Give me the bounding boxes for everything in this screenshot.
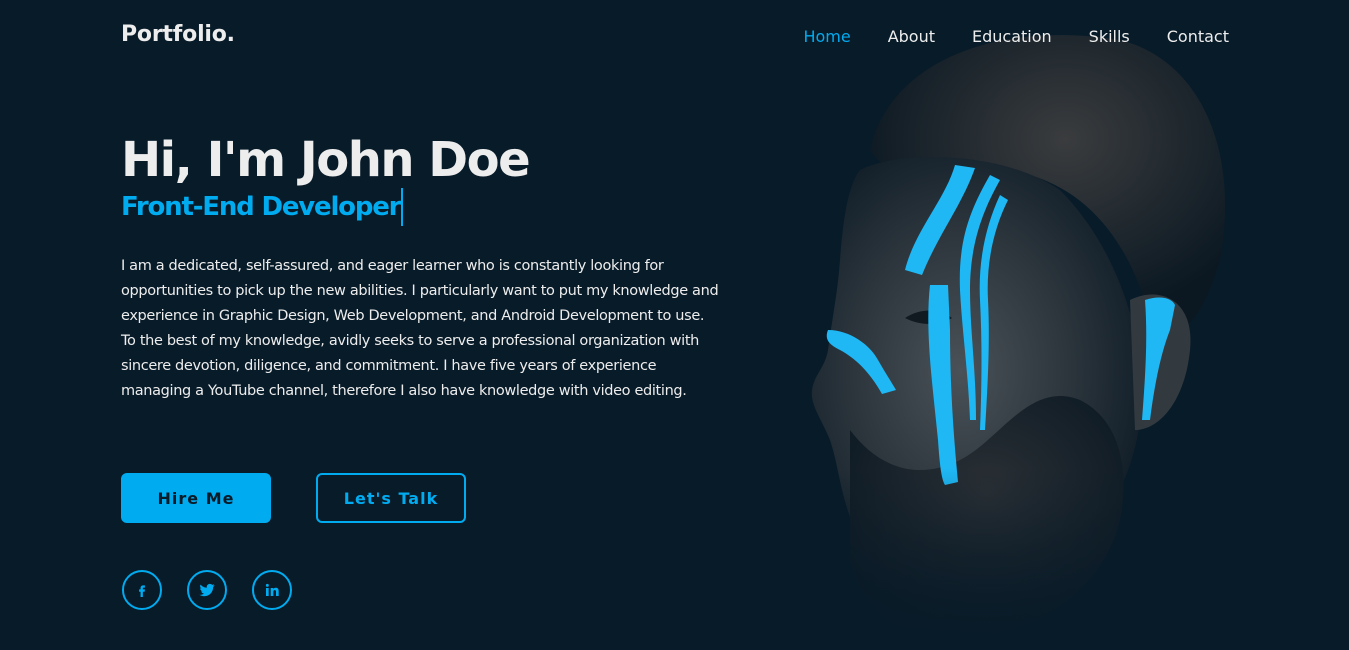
- site-logo[interactable]: Portfolio.: [121, 22, 235, 47]
- button-group: Hire Me Let's Talk: [121, 473, 466, 523]
- linkedin-link[interactable]: [252, 570, 292, 610]
- facebook-icon: [139, 585, 145, 597]
- hire-me-button[interactable]: Hire Me: [121, 473, 271, 523]
- site-header: Portfolio. Home About Education Skills C…: [0, 0, 1349, 76]
- twitter-link[interactable]: [187, 570, 227, 610]
- home-subtitle-typing: Front-End Developer: [121, 188, 404, 226]
- nav-link-about[interactable]: About: [888, 27, 935, 46]
- nav-link-skills[interactable]: Skills: [1089, 27, 1130, 46]
- lets-talk-button[interactable]: Let's Talk: [316, 473, 466, 523]
- facebook-link[interactable]: [122, 570, 162, 610]
- nav-link-education[interactable]: Education: [972, 27, 1052, 46]
- home-title: Hi, I'm John Doe: [121, 132, 531, 188]
- home-content: Hi, I'm John Doe Front-End Developer I a…: [121, 128, 721, 404]
- linkedin-icon: [265, 583, 279, 596]
- portfolio-page: Portfolio. Home About Education Skills C…: [0, 0, 1349, 650]
- social-links: [122, 570, 292, 610]
- nav-link-contact[interactable]: Contact: [1167, 27, 1229, 46]
- hero-portrait-image: [700, 0, 1260, 650]
- nav-link-home[interactable]: Home: [803, 27, 850, 46]
- twitter-icon: [199, 583, 215, 597]
- main-nav: Home About Education Skills Contact: [803, 27, 1229, 46]
- home-description: I am a dedicated, self-assured, and eage…: [121, 258, 719, 399]
